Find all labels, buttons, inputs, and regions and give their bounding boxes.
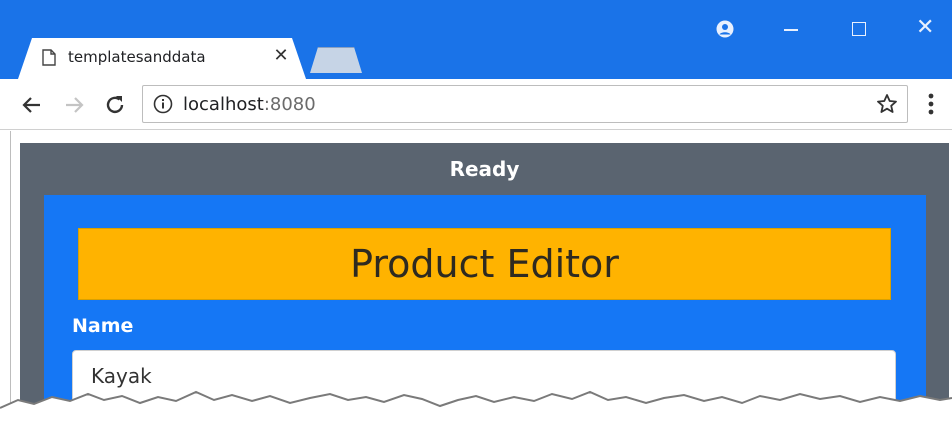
account-icon[interactable] <box>716 20 734 38</box>
minimize-button[interactable] <box>784 29 798 31</box>
torn-paper-edge <box>0 390 952 421</box>
forward-arrow-icon[interactable] <box>62 93 86 117</box>
tab-close-icon[interactable]: ✕ <box>272 46 290 64</box>
browser-titlebar: templatesanddata ✕ ✕ <box>0 0 952 79</box>
tab-title: templatesanddata <box>68 48 206 66</box>
url-host: localhost <box>183 94 264 115</box>
menu-dots-icon[interactable] <box>928 93 934 115</box>
info-icon[interactable] <box>153 94 173 114</box>
editor-title: Product Editor <box>350 242 619 286</box>
new-tab-button[interactable] <box>310 47 362 73</box>
editor-header: Product Editor <box>78 228 891 300</box>
maximize-button[interactable] <box>852 22 866 36</box>
url-port: :8080 <box>263 94 316 115</box>
address-bar[interactable]: localhost:8080 <box>142 85 908 123</box>
status-message: Ready <box>449 157 520 181</box>
reload-icon[interactable] <box>103 93 127 117</box>
close-window-button[interactable]: ✕ <box>916 16 934 38</box>
back-arrow-icon[interactable] <box>20 93 44 117</box>
browser-tab[interactable]: templatesanddata ✕ <box>18 38 306 79</box>
browser-toolbar: localhost:8080 <box>0 79 952 130</box>
page-icon <box>42 49 56 66</box>
name-label: Name <box>72 315 134 337</box>
url-text: localhost:8080 <box>183 94 316 115</box>
bookmark-star-icon[interactable] <box>876 93 898 115</box>
